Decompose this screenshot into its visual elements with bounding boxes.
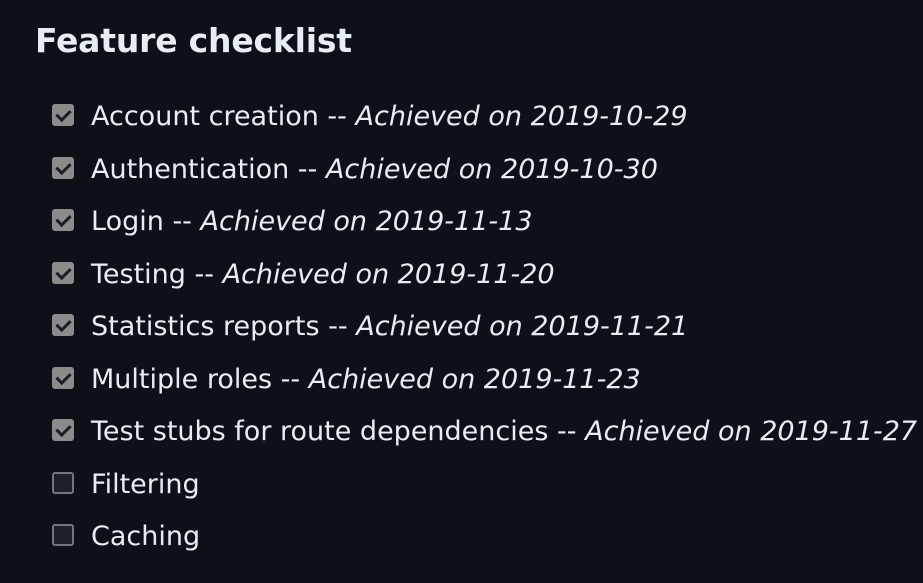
task-checkbox[interactable] (52, 524, 74, 547)
item-label: Authentication (91, 153, 290, 185)
achieved-note: Achieved on 2019-11-21 (356, 311, 689, 343)
item-label: Statistics reports (91, 311, 320, 343)
item-label: Multiple roles (91, 363, 273, 395)
item-separator: -- (327, 101, 347, 133)
achieved-note: Achieved on 2019-11-27 (585, 416, 918, 448)
achieved-note: Achieved on 2019-11-20 (222, 258, 555, 290)
item-separator: -- (172, 206, 192, 238)
achieved-note: Achieved on 2019-11-23 (308, 363, 641, 395)
item-label: Login (91, 206, 164, 238)
list-item: Login -- Achieved on 2019-11-13 (52, 196, 917, 249)
achieved-note: Achieved on 2019-11-13 (200, 206, 533, 238)
task-checkbox[interactable] (52, 419, 74, 442)
list-item: Multiple roles -- Achieved on 2019-11-23 (52, 354, 917, 407)
item-separator: -- (194, 258, 215, 290)
section-heading: Feature checklist (35, 21, 352, 60)
task-checkbox[interactable] (52, 104, 74, 127)
list-item: Filtering (52, 459, 917, 512)
item-separator: -- (280, 363, 301, 395)
list-item: Statistics reports -- Achieved on 2019-1… (52, 301, 917, 354)
list-item: Account creation -- Achieved on 2019-10-… (52, 91, 917, 144)
item-label: Filtering (91, 468, 200, 500)
item-label: Testing (91, 258, 186, 290)
checklist: Account creation -- Achieved on 2019-10-… (52, 91, 917, 564)
item-label: Caching (91, 521, 201, 553)
item-separator: -- (557, 416, 577, 448)
feature-checklist-panel: Feature checklist Account creation -- Ac… (0, 0, 923, 583)
list-item: Authentication -- Achieved on 2019-10-30 (52, 144, 917, 197)
task-checkbox[interactable] (52, 314, 74, 337)
item-separator: -- (297, 153, 318, 185)
item-separator: -- (328, 311, 348, 343)
item-label: Test stubs for route dependencies (91, 416, 549, 448)
list-item: Caching (52, 511, 917, 564)
list-item: Test stubs for route dependencies -- Ach… (52, 406, 917, 459)
task-checkbox[interactable] (52, 261, 74, 284)
task-checkbox[interactable] (52, 209, 74, 232)
achieved-note: Achieved on 2019-10-30 (325, 153, 658, 185)
task-checkbox[interactable] (52, 471, 74, 494)
task-checkbox[interactable] (52, 156, 74, 179)
task-checkbox[interactable] (52, 366, 74, 389)
list-item: Testing -- Achieved on 2019-11-20 (52, 249, 917, 302)
item-label: Account creation (91, 101, 319, 133)
achieved-note: Achieved on 2019-10-29 (355, 101, 688, 133)
